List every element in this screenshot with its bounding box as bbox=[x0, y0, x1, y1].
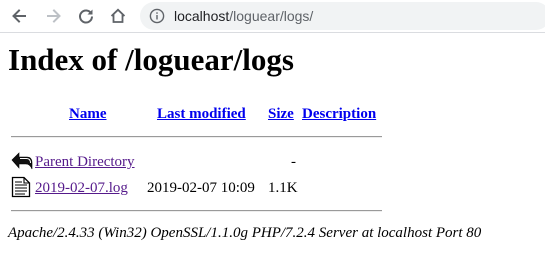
url-path: /loguear/logs/ bbox=[229, 8, 314, 24]
arrow-left-icon bbox=[12, 9, 26, 23]
name-column-link[interactable]: Name bbox=[69, 105, 107, 123]
url-host: localhost bbox=[174, 8, 230, 24]
parent-directory-size: - bbox=[291, 154, 296, 170]
page-title: Index of /loguear/logs bbox=[8, 42, 294, 77]
address-bar[interactable]: localhost/loguear/logs/ bbox=[140, 2, 545, 30]
arrow-right-icon bbox=[47, 9, 61, 23]
reload-button[interactable] bbox=[75, 5, 97, 27]
log-file-size: 1.1K bbox=[268, 180, 298, 196]
home-icon bbox=[110, 8, 126, 23]
parent-directory-link[interactable]: Parent Directory bbox=[35, 153, 135, 171]
forward-button[interactable] bbox=[43, 5, 65, 27]
header-divider bbox=[11, 136, 382, 138]
footer-divider bbox=[11, 210, 382, 212]
info-icon[interactable] bbox=[149, 8, 165, 24]
log-file-link[interactable]: 2019-02-07.log bbox=[35, 179, 128, 197]
back-button[interactable] bbox=[8, 5, 30, 27]
log-file-modified: 2019-02-07 10:09 bbox=[147, 180, 255, 196]
size-column-link[interactable]: Size bbox=[268, 105, 294, 123]
url-text[interactable]: localhost/loguear/logs/ bbox=[174, 7, 313, 25]
reload-icon bbox=[79, 9, 93, 24]
server-signature: Apache/2.4.33 (Win32) OpenSSL/1.1.0g PHP… bbox=[8, 225, 482, 241]
description-column-link[interactable]: Description bbox=[302, 105, 376, 123]
last-modified-column-link[interactable]: Last modified bbox=[157, 105, 246, 123]
home-button[interactable] bbox=[107, 5, 129, 27]
browser-toolbar: localhost/loguear/logs/ bbox=[0, 0, 545, 33]
back-folder-icon bbox=[11, 152, 33, 170]
text-file-icon bbox=[11, 176, 31, 198]
